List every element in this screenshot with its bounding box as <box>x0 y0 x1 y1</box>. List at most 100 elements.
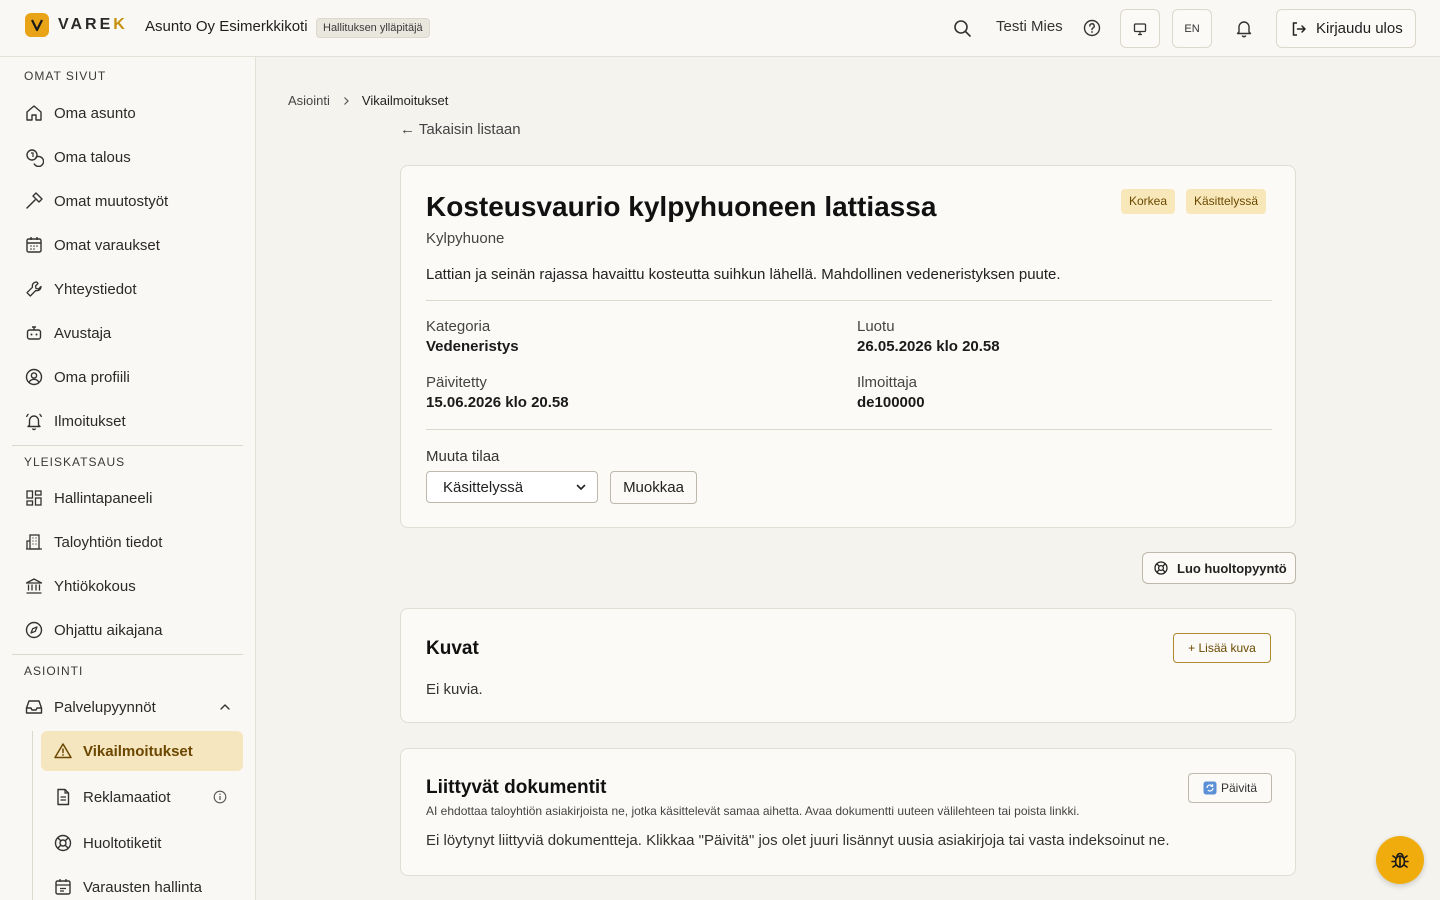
related-documents-card: Liittyvät dokumentit AI ehdottaa taloyht… <box>400 748 1296 876</box>
sidebar-divider <box>12 445 243 446</box>
breadcrumb-link[interactable]: Asiointi <box>288 93 330 108</box>
priority-badge: Korkea <box>1121 189 1176 214</box>
sidebar-item-label: Taloyhtiön tiedot <box>54 533 163 551</box>
related-documents-subtitle: AI ehdottaa taloyhtiön asiakirjoista ne,… <box>426 804 1080 818</box>
card-divider <box>426 300 1272 301</box>
meta-label-updated: Päivitetty <box>426 374 487 391</box>
create-service-request-button[interactable]: Luo huoltopyyntö <box>1142 552 1296 584</box>
sidebar-item-label: Oma profiili <box>54 368 130 386</box>
company-name: Asunto Oy Esimerkkikoti <box>145 18 308 35</box>
status-badge: Käsittelyssä <box>1186 189 1267 214</box>
section-title: OMAT SIVUT <box>24 69 107 83</box>
sidebar-item-label: Omat varaukset <box>54 236 160 254</box>
sidebar-item-label: Vikailmoitukset <box>83 742 193 760</box>
sidebar-item-huoltotiketit[interactable]: Huoltotiketit <box>41 823 243 863</box>
monitor-icon <box>1133 22 1147 35</box>
building-icon <box>26 534 42 550</box>
related-documents-title: Liittyvät dokumentit <box>426 777 607 798</box>
meta-value-category: Vedeneristys <box>426 338 519 355</box>
sidebar-divider <box>12 654 243 655</box>
sidebar-item-label: Huoltotiketit <box>83 834 162 852</box>
dashboard-icon <box>26 490 42 506</box>
logout-label: Kirjaudu ulos <box>1316 20 1403 37</box>
sidebar-item-label: Hallintapaneeli <box>54 489 153 507</box>
breadcrumb-current: Vikailmoitukset <box>361 93 449 108</box>
back-link[interactable]: ← Takaisin listaan <box>400 121 521 138</box>
sidebar-item-oma-talous[interactable]: Oma talous <box>12 137 243 177</box>
sidebar-item-oma-profiili[interactable]: Oma profiili <box>12 357 243 397</box>
sidebar-item-reklamaatiot[interactable]: Reklamaatiot <box>41 777 243 817</box>
report-description: Lattian ja seinän rajassa havaittu koste… <box>426 266 1061 283</box>
info-icon[interactable] <box>213 790 227 804</box>
logo-text[interactable]: VAREK <box>58 16 128 34</box>
meta-label-category: Kategoria <box>426 318 491 335</box>
logo-v-icon[interactable] <box>25 13 49 37</box>
status-select[interactable]: Käsittelyssä <box>426 471 598 503</box>
card-divider <box>426 429 1272 430</box>
inbox-icon <box>25 700 43 714</box>
images-empty-text: Ei kuvia. <box>426 681 483 698</box>
lifebuoy-icon <box>54 834 72 852</box>
sidebar-item-oma-asunto[interactable]: Oma asunto <box>12 93 243 133</box>
sidebar-item-varausten-hallinta[interactable]: Varausten hallinta <box>41 867 243 900</box>
report-card: Kosteusvaurio kylpyhuoneen lattiassa Kyl… <box>400 165 1296 528</box>
refresh-button[interactable]: Päivitä <box>1188 773 1272 803</box>
sidebar-item-label: Palvelupyynnöt <box>54 698 156 716</box>
images-card: Kuvat + Lisää kuva Ei kuvia. <box>400 608 1296 723</box>
document-icon <box>57 788 70 806</box>
sidebar-item-ohjattu-aikajana[interactable]: Ohjattu aikajana <box>12 610 243 650</box>
calendar-check-icon <box>55 879 71 895</box>
page-title: Kosteusvaurio kylpyhuoneen lattiassa <box>426 191 937 222</box>
sidebar-item-avustaja[interactable]: Avustaja <box>12 313 243 353</box>
sidebar-item-label: Avustaja <box>54 324 112 342</box>
sidebar-item-label: Oma asunto <box>54 104 136 122</box>
refresh-label: Päivitä <box>1220 781 1258 795</box>
sidebar-item-label: Varausten hallinta <box>83 878 202 896</box>
section-title: ASIOINTI <box>24 664 84 678</box>
sidebar-item-label: Yhteystiedot <box>54 280 137 298</box>
section-title: YLEISKATSAUS <box>24 455 126 469</box>
bell-icon[interactable] <box>1233 17 1255 39</box>
status-select-label: Muuta tilaa <box>426 448 500 465</box>
sidebar-item-label: Oma talous <box>54 148 131 166</box>
help-icon[interactable] <box>1081 17 1103 39</box>
top-header: VAREK Asunto Oy Esimerkkikoti Hallitukse… <box>0 0 1440 57</box>
hammer-icon <box>26 192 43 209</box>
breadcrumb: Asiointi Vikailmoitukset <box>288 93 448 108</box>
landmark-icon <box>25 578 43 594</box>
sidebar-item-label: Yhtiökokous <box>54 577 136 595</box>
sidebar-item-yhteystiedot[interactable]: Yhteystiedot <box>12 269 243 309</box>
user-name[interactable]: Testi Mies <box>996 18 1063 35</box>
sidebar-item-hallintapaneeli[interactable]: Hallintapaneeli <box>12 478 243 518</box>
sidebar-item-ilmoitukset[interactable]: Ilmoitukset <box>12 401 243 441</box>
sidebar-item-omat-varaukset[interactable]: Omat varaukset <box>12 225 243 265</box>
sidebar-item-omat-muutostyot[interactable]: Omat muutostyöt <box>12 181 243 221</box>
chevron-up-icon[interactable] <box>217 699 233 715</box>
status-select-value: Käsittelyssä <box>443 478 524 496</box>
sidebar: OMAT SIVUT Oma asunto Oma talous Omat mu… <box>0 57 256 900</box>
create-service-request-label: Luo huoltopyyntö <box>1177 560 1287 576</box>
sidebar-item-yhtiokokous[interactable]: Yhtiökokous <box>12 566 243 606</box>
chevron-right-icon <box>343 96 349 105</box>
edit-button[interactable]: Muokkaa <box>610 471 697 504</box>
logout-icon <box>1292 21 1306 36</box>
bot-icon <box>26 326 42 340</box>
bug-icon <box>1391 852 1409 868</box>
sidebar-item-vikailmoitukset[interactable]: Vikailmoitukset <box>41 731 243 771</box>
language-button[interactable]: EN <box>1172 9 1212 48</box>
search-icon[interactable] <box>951 17 973 39</box>
chevron-down-icon <box>576 484 586 490</box>
sidebar-item-label: Reklamaatiot <box>83 788 171 806</box>
sidebar-item-taloyhtion-tiedot[interactable]: Taloyhtiön tiedot <box>12 522 243 562</box>
logout-button[interactable]: Kirjaudu ulos <box>1276 9 1416 48</box>
related-documents-empty-text: Ei löytynyt liittyviä dokumentteja. Klik… <box>426 832 1170 849</box>
sidebar-item-palvelupyynnot[interactable]: Palvelupyynnöt <box>12 687 243 727</box>
bug-report-button[interactable] <box>1376 836 1424 884</box>
add-image-button[interactable]: + Lisää kuva <box>1173 633 1271 663</box>
user-circle-icon <box>25 368 43 386</box>
meta-label-created: Luotu <box>857 318 895 335</box>
submenu-guide-line <box>32 731 33 900</box>
bell-ring-icon <box>25 413 43 431</box>
display-mode-button[interactable] <box>1120 9 1160 48</box>
role-badge: Hallituksen ylläpitäjä <box>316 18 430 38</box>
